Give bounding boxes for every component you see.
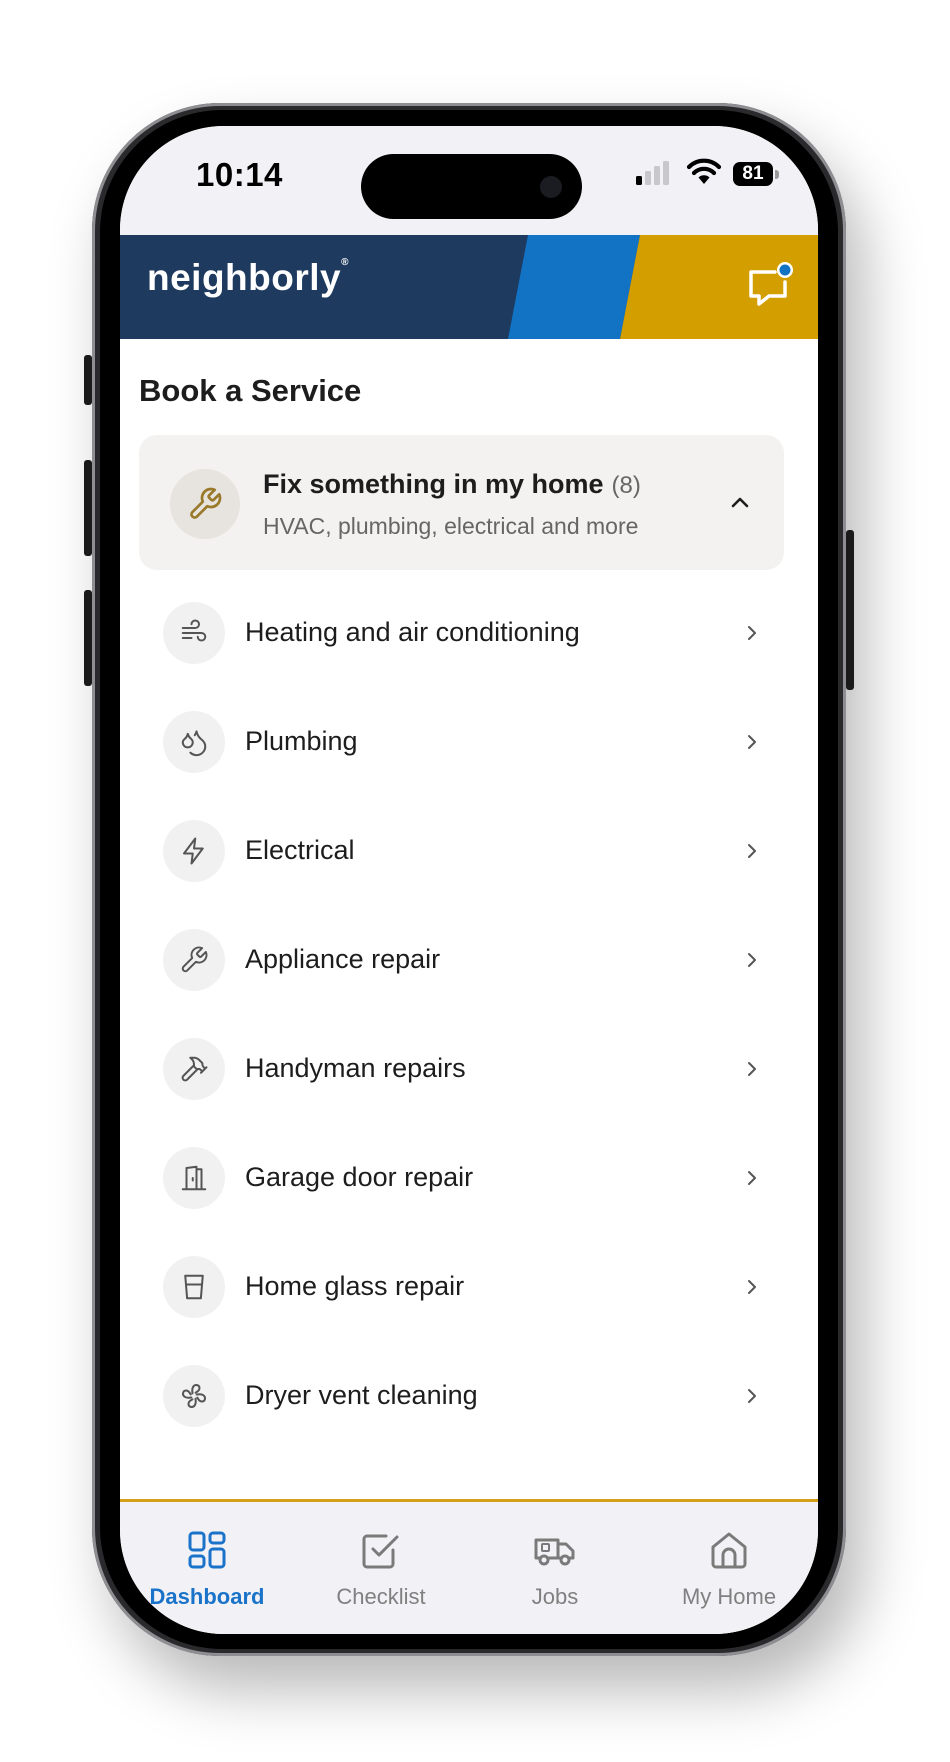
item-icon-circle bbox=[163, 711, 225, 773]
status-time: 10:14 bbox=[196, 156, 283, 193]
wifi-icon bbox=[686, 158, 722, 184]
battery-indicator: 81 bbox=[733, 162, 773, 186]
tab-label: Checklist bbox=[336, 1584, 426, 1609]
chevron-right-icon bbox=[748, 1171, 756, 1185]
chevron-right-icon bbox=[748, 1062, 756, 1076]
logo-text: neighborly bbox=[147, 257, 342, 298]
tab-jobs[interactable]: Jobs bbox=[468, 1502, 642, 1634]
power-button bbox=[846, 530, 854, 690]
signal-icon bbox=[636, 161, 669, 185]
battery-tip bbox=[775, 170, 779, 179]
chevron-right-icon bbox=[748, 953, 756, 967]
dynamic-island bbox=[361, 154, 582, 219]
service-item-appliance[interactable]: Appliance repair bbox=[139, 906, 784, 1015]
tab-my-home[interactable]: My Home bbox=[642, 1502, 816, 1634]
item-icon-circle bbox=[163, 820, 225, 882]
group-count: (8) bbox=[611, 472, 641, 499]
chevron-right-icon bbox=[748, 626, 756, 640]
service-item-handyman[interactable]: Handyman repairs bbox=[139, 1015, 784, 1124]
logo-registered-mark: ® bbox=[341, 257, 349, 268]
tab-dashboard[interactable]: Dashboard bbox=[120, 1502, 294, 1634]
item-icon-circle bbox=[163, 1365, 225, 1427]
neighborly-logo: neighborly® bbox=[147, 257, 349, 299]
item-label: Handyman repairs bbox=[245, 1053, 466, 1083]
tab-label: Dashboard bbox=[149, 1584, 265, 1609]
truck-icon bbox=[534, 1538, 575, 1566]
wind-icon bbox=[181, 619, 207, 642]
item-label: Heating and air conditioning bbox=[245, 617, 580, 647]
chevron-right-icon bbox=[748, 844, 756, 858]
chevron-right-icon bbox=[748, 1389, 756, 1403]
item-icon-circle bbox=[163, 1147, 225, 1209]
volume-up-button bbox=[84, 460, 92, 556]
volume-down-button bbox=[84, 590, 92, 686]
service-item-garage[interactable]: Garage door repair bbox=[139, 1124, 784, 1233]
wrench-icon bbox=[181, 946, 208, 973]
tab-checklist[interactable]: Checklist bbox=[294, 1502, 468, 1634]
item-label: Dryer vent cleaning bbox=[245, 1380, 478, 1410]
house-icon bbox=[711, 1532, 747, 1569]
lightning-icon bbox=[183, 837, 204, 865]
app-header: neighborly® bbox=[120, 235, 818, 339]
section-title: Book a Service bbox=[139, 373, 362, 408]
chevron-right-icon bbox=[748, 735, 756, 749]
service-item-dryer-vent[interactable]: Dryer vent cleaning bbox=[139, 1342, 784, 1451]
service-item-electrical[interactable]: Electrical bbox=[139, 797, 784, 906]
item-label: Home glass repair bbox=[245, 1271, 465, 1301]
service-item-heating[interactable]: Heating and air conditioning bbox=[139, 579, 784, 688]
group-title-text: Fix something in my home bbox=[263, 469, 604, 499]
silent-switch bbox=[84, 355, 92, 405]
dashboard-grid-icon bbox=[188, 1531, 226, 1569]
group-icon-circle bbox=[170, 469, 240, 539]
item-label: Appliance repair bbox=[245, 944, 441, 974]
item-icon-circle bbox=[163, 1256, 225, 1318]
service-item-glass[interactable]: Home glass repair bbox=[139, 1233, 784, 1342]
item-label: Garage door repair bbox=[245, 1162, 474, 1192]
group-subtitle: HVAC, plumbing, electrical and more bbox=[263, 513, 639, 539]
item-icon-circle bbox=[163, 929, 225, 991]
tab-label: My Home bbox=[681, 1584, 777, 1609]
chevron-up-icon[interactable] bbox=[729, 491, 751, 513]
bottom-tab-bar: Dashboard Checklist Jobs My Home bbox=[120, 1499, 818, 1634]
app-screen: 10:14 81 neighborly® Book a Service Fix … bbox=[120, 126, 818, 1634]
service-item-plumbing[interactable]: Plumbing bbox=[139, 688, 784, 797]
door-icon bbox=[181, 1165, 207, 1191]
chevron-right-icon bbox=[748, 1280, 756, 1294]
checkbox-icon bbox=[362, 1534, 399, 1569]
service-list: Heating and air conditioning Plumbing El… bbox=[139, 579, 784, 1451]
group-title: Fix something in my home (8) bbox=[263, 469, 641, 500]
service-group-fix-home[interactable]: Fix something in my home (8) HVAC, plumbi… bbox=[139, 435, 784, 570]
hammer-icon bbox=[181, 1056, 208, 1082]
message-square-icon[interactable] bbox=[745, 260, 795, 310]
wrench-icon bbox=[190, 487, 222, 519]
tab-label: Jobs bbox=[531, 1584, 579, 1609]
item-label: Plumbing bbox=[245, 726, 358, 756]
droplets-icon bbox=[181, 730, 207, 757]
fan-icon bbox=[182, 1384, 206, 1408]
glass-icon bbox=[184, 1274, 204, 1300]
item-label: Electrical bbox=[245, 835, 355, 865]
camera-icon bbox=[540, 176, 562, 198]
status-bar: 10:14 81 bbox=[120, 126, 818, 235]
item-icon-circle bbox=[163, 602, 225, 664]
item-icon-circle bbox=[163, 1038, 225, 1100]
main-content: Book a Service Fix something in my home (… bbox=[120, 339, 818, 1634]
